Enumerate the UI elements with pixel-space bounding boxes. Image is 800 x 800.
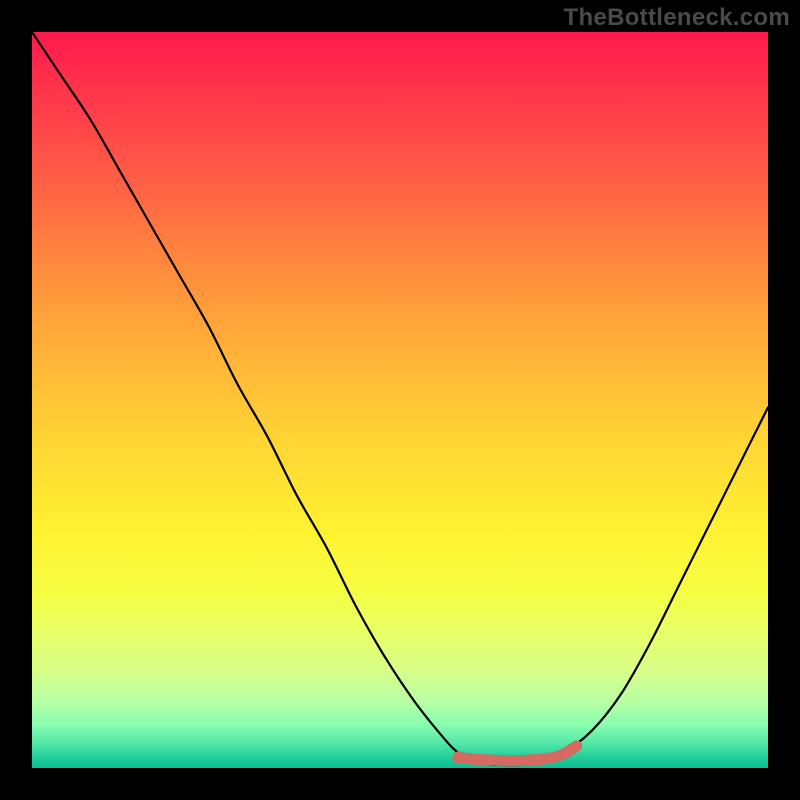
plot-area: [32, 32, 768, 768]
curve-layer: [32, 32, 768, 768]
watermark-text: TheBottleneck.com: [564, 4, 790, 32]
optimal-range-marker: [459, 746, 577, 761]
marker-start-dot: [452, 751, 465, 764]
chart-stage: TheBottleneck.com: [0, 0, 800, 800]
bottleneck-curve: [32, 32, 768, 765]
